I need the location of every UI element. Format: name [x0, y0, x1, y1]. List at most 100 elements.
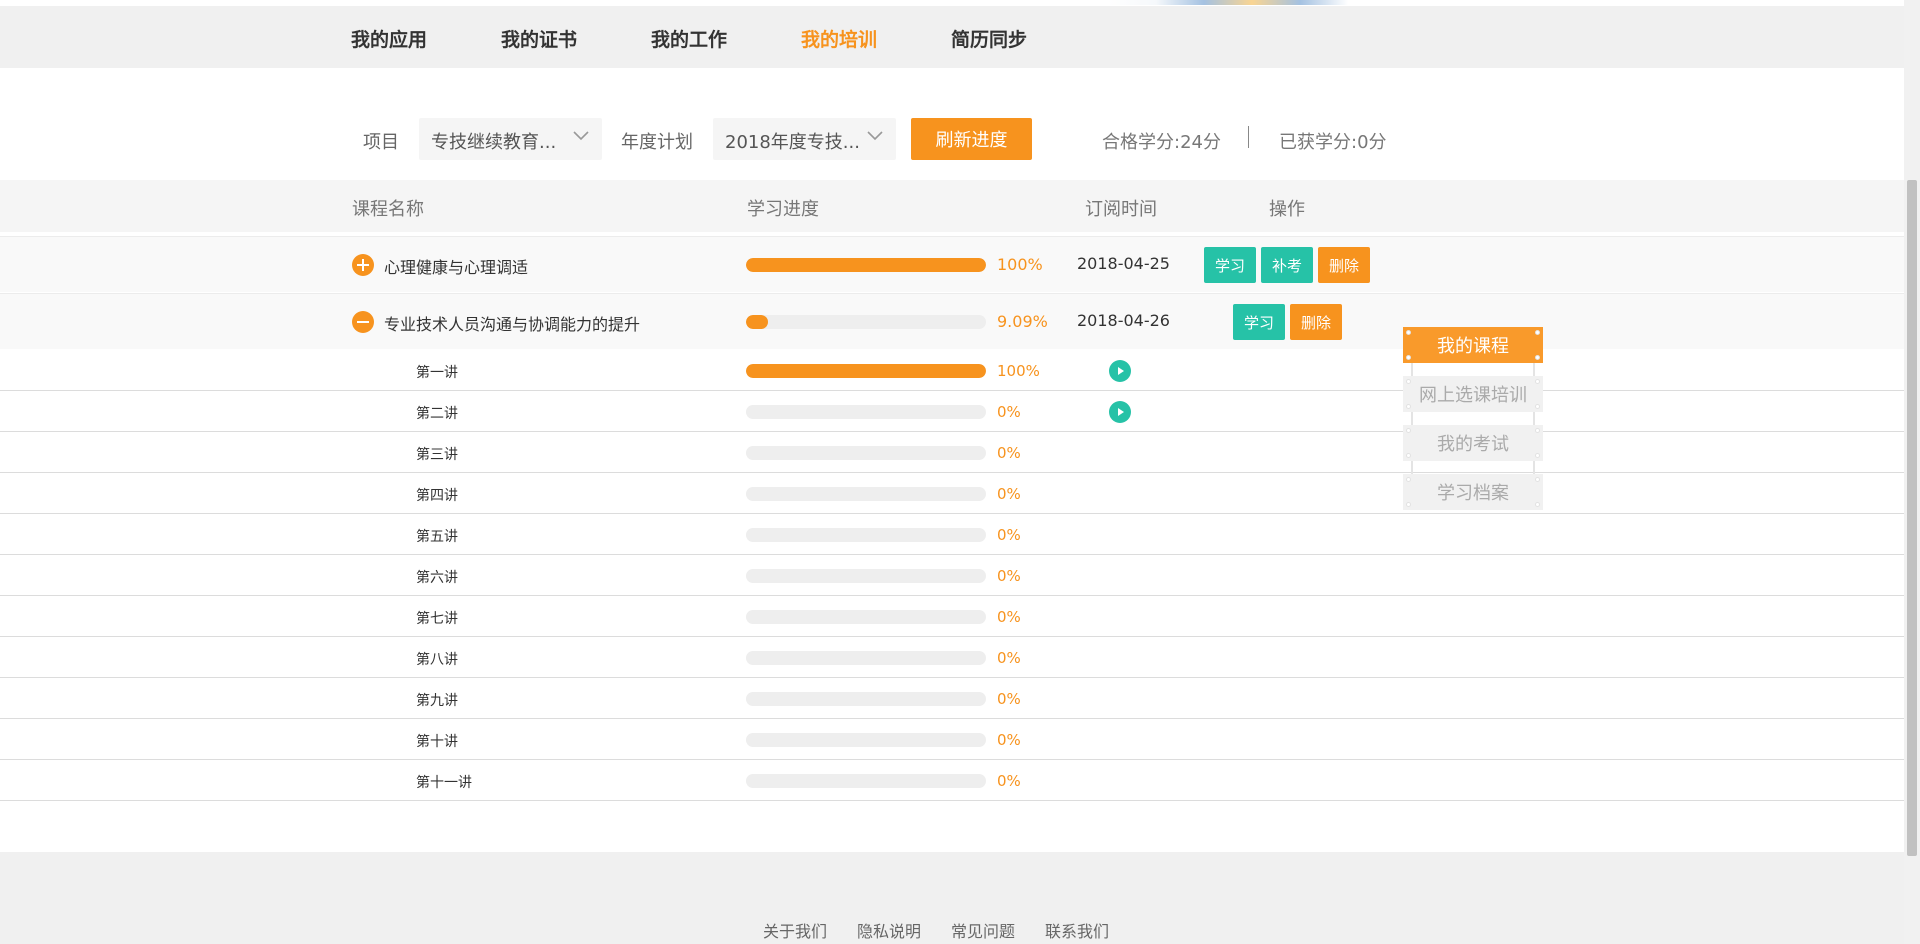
- plan-select[interactable]: 2018年度专技...: [713, 118, 896, 160]
- side-menu-online-course-selection[interactable]: 网上选课培训: [1403, 376, 1543, 412]
- project-select[interactable]: 专技继续教育...: [419, 118, 602, 160]
- progress-fill: [746, 258, 986, 272]
- lesson-row: 第六讲 0%: [0, 555, 1904, 596]
- nav-my-work[interactable]: 我的工作: [651, 25, 727, 52]
- column-header-subscribe-date: 订阅时间: [1085, 199, 1157, 220]
- filter-bar: 项目 专技继续教育... 年度计划 2018年度专技... 刷新进度 合格学分:…: [0, 68, 1904, 180]
- rivet-dot: [1535, 330, 1540, 335]
- collapse-minus-icon[interactable]: [352, 311, 374, 333]
- progress-percent: 0%: [997, 444, 1021, 462]
- study-button[interactable]: 学习: [1204, 247, 1256, 283]
- course-row: 心理健康与心理调适 100% 2018-04-25 学习 补考 删除: [0, 236, 1904, 292]
- progress-percent: 0%: [997, 649, 1021, 667]
- rivet-dot: [1406, 379, 1411, 384]
- rivet-dot: [1406, 502, 1411, 507]
- lesson-name: 第十一讲: [416, 775, 472, 791]
- rivet-dot: [1535, 355, 1540, 360]
- lesson-row: 第五讲 0%: [0, 514, 1904, 555]
- credits-divider: [1248, 126, 1249, 148]
- lesson-row: 第十一讲 0%: [0, 760, 1904, 801]
- refresh-progress-button[interactable]: 刷新进度: [911, 118, 1032, 160]
- progress-bar: [746, 364, 986, 378]
- earned-credits: 已获学分:0分: [1279, 132, 1387, 153]
- chevron-down-icon: [573, 131, 589, 141]
- nav-my-training[interactable]: 我的培训: [801, 25, 877, 52]
- rivet-dot: [1535, 379, 1540, 384]
- progress-percent: 0%: [997, 526, 1021, 544]
- footer-link-contact-us[interactable]: 联系我们: [1045, 918, 1109, 942]
- progress-percent: 0%: [997, 567, 1021, 585]
- side-menu-learning-records[interactable]: 学习档案: [1403, 474, 1543, 510]
- delete-button[interactable]: 删除: [1318, 247, 1370, 283]
- lesson-row: 第十讲 0%: [0, 719, 1904, 760]
- progress-bar: [746, 528, 986, 542]
- side-menu-label: 网上选课培训: [1419, 385, 1527, 406]
- column-header-actions: 操作: [1269, 199, 1305, 220]
- nav-my-certificates[interactable]: 我的证书: [501, 25, 577, 52]
- lesson-row: 第八讲 0%: [0, 637, 1904, 678]
- progress-bar: [746, 446, 986, 460]
- footer-link-about-us[interactable]: 关于我们: [763, 918, 827, 942]
- required-credits: 合格学分:24分: [1102, 132, 1221, 153]
- rivet-dot: [1406, 428, 1411, 433]
- lesson-name: 第三讲: [416, 447, 458, 463]
- plan-label: 年度计划: [621, 132, 693, 153]
- lesson-name: 第九讲: [416, 693, 458, 709]
- progress-percent: 100%: [997, 362, 1040, 380]
- lesson-row: 第七讲 0%: [0, 596, 1904, 637]
- side-menu-label: 学习档案: [1437, 483, 1509, 504]
- expand-plus-icon[interactable]: [352, 254, 374, 276]
- rivet-dot: [1535, 428, 1540, 433]
- progress-bar: [746, 487, 986, 501]
- progress-bar: [746, 610, 986, 624]
- side-menu-label: 我的课程: [1437, 336, 1509, 357]
- lesson-row: 第二讲 0%: [0, 391, 1904, 432]
- page-scrollbar[interactable]: [1904, 0, 1920, 944]
- progress-bar: [746, 774, 986, 788]
- column-header-course-name: 课程名称: [352, 199, 424, 220]
- rivet-dot: [1406, 477, 1411, 482]
- rivet-dot: [1406, 453, 1411, 458]
- subscribe-date: 2018-04-25: [1077, 254, 1170, 273]
- project-select-value: 专技继续教育...: [431, 132, 557, 153]
- lesson-name: 第一讲: [416, 365, 458, 381]
- lesson-name: 第六讲: [416, 570, 458, 586]
- chevron-down-icon: [867, 131, 883, 141]
- lesson-row: 第四讲 0%: [0, 473, 1904, 514]
- study-button[interactable]: 学习: [1233, 304, 1285, 340]
- main-nav: 我的应用 我的证书 我的工作 我的培训 简历同步: [0, 6, 1904, 68]
- lesson-name: 第四讲: [416, 488, 458, 504]
- progress-percent: 0%: [997, 485, 1021, 503]
- lesson-row: 第九讲 0%: [0, 678, 1904, 719]
- progress-percent: 9.09%: [997, 312, 1048, 331]
- lesson-name: 第八讲: [416, 652, 458, 668]
- lesson-row: 第三讲 0%: [0, 432, 1904, 473]
- footer-link-privacy[interactable]: 隐私说明: [857, 918, 921, 942]
- play-icon[interactable]: [1109, 360, 1131, 382]
- progress-fill: [746, 364, 986, 378]
- scrollbar-thumb[interactable]: [1907, 180, 1917, 856]
- rivet-dot: [1406, 355, 1411, 360]
- footer-link-faq[interactable]: 常见问题: [951, 918, 1015, 942]
- side-menu-my-exams[interactable]: 我的考试: [1403, 425, 1543, 461]
- progress-bar: [746, 405, 986, 419]
- progress-bar: [746, 258, 986, 272]
- lesson-name: 第二讲: [416, 406, 458, 422]
- banner-image-fragment: [1108, 0, 1348, 5]
- lesson-name: 第十讲: [416, 734, 458, 750]
- play-icon[interactable]: [1109, 401, 1131, 423]
- progress-bar: [746, 651, 986, 665]
- footer: 关于我们 隐私说明 常见问题 联系我们: [0, 852, 1904, 944]
- progress-percent: 0%: [997, 731, 1021, 749]
- rivet-dot: [1535, 404, 1540, 409]
- rivet-dot: [1535, 477, 1540, 482]
- retake-exam-button[interactable]: 补考: [1261, 247, 1313, 283]
- lesson-row: 第一讲 100%: [0, 350, 1904, 391]
- progress-percent: 100%: [997, 255, 1043, 274]
- side-menu-my-courses[interactable]: 我的课程: [1403, 327, 1543, 363]
- nav-resume-sync[interactable]: 简历同步: [951, 25, 1027, 52]
- table-header: 课程名称 学习进度 订阅时间 操作: [0, 180, 1904, 232]
- nav-my-apps[interactable]: 我的应用: [351, 25, 427, 52]
- rivet-dot: [1406, 330, 1411, 335]
- delete-button[interactable]: 删除: [1290, 304, 1342, 340]
